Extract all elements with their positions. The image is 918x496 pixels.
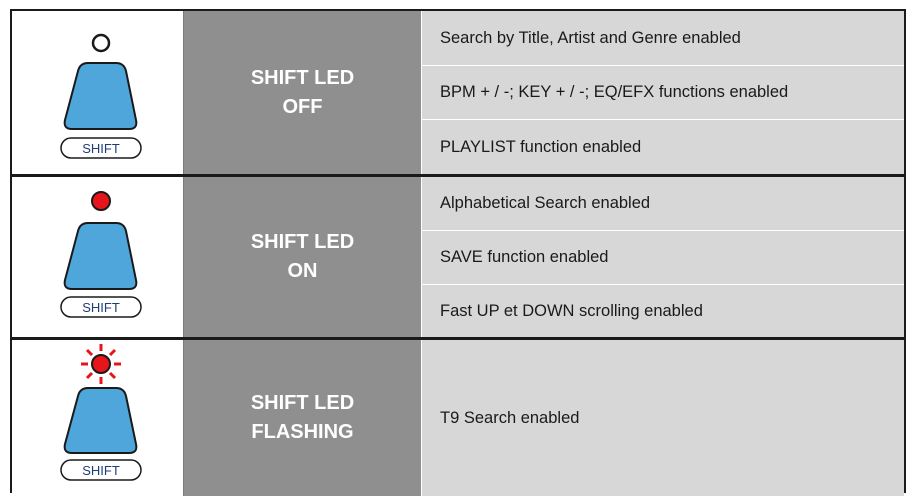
button-cap-icon — [63, 222, 138, 290]
function-text: BPM + / -; KEY + / -; EQ/EFX functions e… — [440, 83, 789, 101]
function-list: T9 Search enabled — [421, 340, 904, 496]
button-cap-icon — [63, 62, 138, 130]
function-item: T9 Search enabled — [421, 340, 904, 496]
function-list: Alphabetical Search enabled SAVE functio… — [421, 177, 904, 337]
led-on-icon — [91, 191, 111, 211]
function-item: Fast UP et DOWN scrolling enabled — [421, 284, 904, 337]
function-text: SAVE function enabled — [440, 248, 609, 266]
row-led-off: SHIFT SHIFT LED OFF Search by Title, Art… — [12, 11, 904, 174]
function-item: Alphabetical Search enabled — [421, 177, 904, 230]
shift-label-text: SHIFT — [82, 463, 120, 478]
shift-button-illustration: SHIFT — [12, 177, 183, 337]
state-label: SHIFT LED OFF — [250, 66, 355, 118]
function-text: Alphabetical Search enabled — [440, 194, 651, 212]
function-text: Search by Title, Artist and Genre enable… — [440, 28, 741, 47]
function-list: Search by Title, Artist and Genre enable… — [421, 11, 904, 174]
shift-label-text: SHIFT — [82, 141, 120, 156]
shift-button-on-icon: SHIFT — [60, 191, 142, 318]
function-text: Fast UP et DOWN scrolling enabled — [440, 301, 703, 320]
state-label: SHIFT LED FLASHING — [250, 392, 355, 443]
led-off-icon — [91, 33, 111, 53]
state-label: SHIFT LED ON — [250, 231, 355, 282]
state-cell-off: SHIFT LED OFF — [183, 11, 421, 174]
function-item: Search by Title, Artist and Genre enable… — [421, 11, 904, 65]
led-flashing-icon — [91, 354, 111, 374]
shift-button-illustration: SHIFT — [12, 340, 183, 496]
state-cell-on: SHIFT LED ON — [183, 177, 421, 337]
row-led-on: SHIFT SHIFT LED ON Alphabetical Search e… — [12, 174, 904, 337]
shift-button-illustration: SHIFT — [12, 11, 183, 174]
function-item: BPM + / -; KEY + / -; EQ/EFX functions e… — [421, 65, 904, 119]
function-text: T9 Search enabled — [440, 408, 580, 427]
shift-button-off-icon: SHIFT — [60, 33, 142, 159]
row-led-flashing: SHIFT SHIFT LED FLASHING T9 Search enabl… — [12, 337, 904, 496]
button-cap-icon — [63, 387, 138, 454]
function-item: SAVE function enabled — [421, 230, 904, 284]
shift-button-flashing-icon: SHIFT — [60, 344, 142, 481]
state-cell-flashing: SHIFT LED FLASHING — [183, 340, 421, 496]
function-text: PLAYLIST function enabled — [440, 137, 642, 156]
shift-label-text: SHIFT — [82, 300, 120, 315]
function-item: PLAYLIST function enabled — [421, 119, 904, 174]
shift-led-table: SHIFT SHIFT LED OFF Search by Title, Art… — [10, 9, 906, 496]
